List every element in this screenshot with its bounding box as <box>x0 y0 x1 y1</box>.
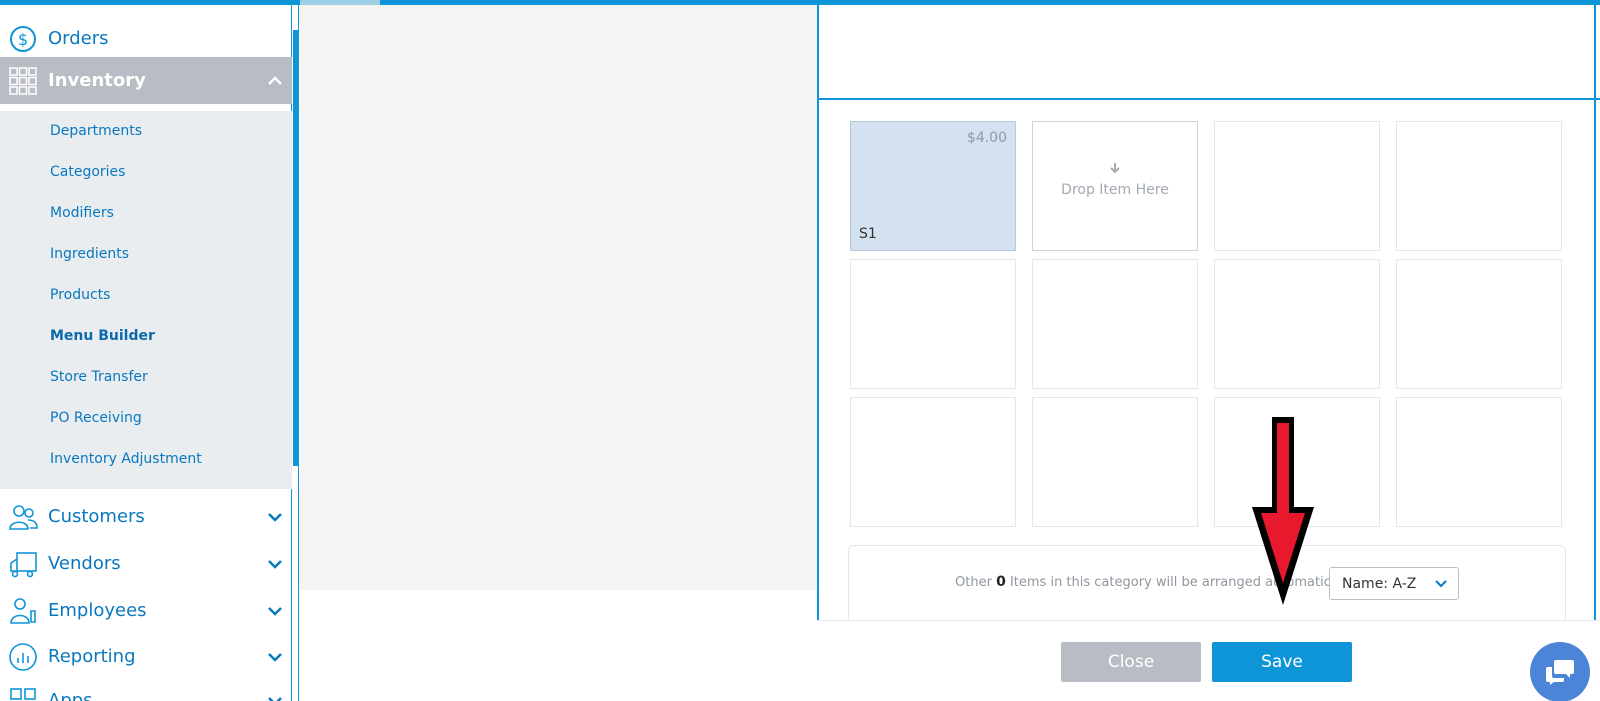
nav-item-orders[interactable]: $ Orders <box>0 15 292 62</box>
empty-grid-cell[interactable] <box>850 397 1016 527</box>
sidebar-item-inventory-adjustment[interactable]: Inventory Adjustment <box>50 451 202 467</box>
nav-label: Employees <box>48 600 147 621</box>
chevron-down-icon[interactable] <box>266 692 284 701</box>
employee-icon <box>7 595 39 627</box>
empty-grid-cell[interactable] <box>1214 259 1380 389</box>
nav-label: Apps <box>48 690 93 701</box>
nav-item-inventory[interactable]: Inventory <box>0 57 292 104</box>
sidebar-item-menu-builder[interactable]: Menu Builder <box>50 328 155 344</box>
sort-value: Name: A-Z <box>1342 576 1417 592</box>
users-icon <box>7 501 39 533</box>
sidebar-item-categories[interactable]: Categories <box>50 164 125 180</box>
arrow-down-icon <box>1033 162 1197 178</box>
chevron-down-icon[interactable] <box>266 508 284 526</box>
chevron-down-icon[interactable] <box>266 602 284 620</box>
item-price: $4.00 <box>966 130 1007 146</box>
inventory-submenu: Departments Categories Modifiers Ingredi… <box>0 111 292 489</box>
sidebar: $ Orders Inventory Departments Categorie… <box>0 5 292 701</box>
arrange-suffix: Items in this category will be arranged … <box>1009 575 1374 590</box>
sidebar-item-store-transfer[interactable]: Store Transfer <box>50 369 148 385</box>
nav-item-customers[interactable]: Customers <box>0 493 292 540</box>
empty-grid-cell[interactable] <box>1396 259 1562 389</box>
chevron-up-icon[interactable] <box>266 72 284 90</box>
empty-grid-cell[interactable] <box>1214 121 1380 251</box>
nav-label: Vendors <box>48 553 121 574</box>
nav-label: Reporting <box>48 646 136 667</box>
sidebar-item-po-receiving[interactable]: PO Receiving <box>50 410 142 426</box>
item-count: 0 <box>996 574 1006 590</box>
chevron-down-icon[interactable] <box>266 648 284 666</box>
empty-grid-cell[interactable] <box>1032 397 1198 527</box>
nav-item-employees[interactable]: Employees <box>0 587 292 634</box>
dollar-refresh-icon: $ <box>7 23 39 55</box>
save-button[interactable]: Save <box>1212 642 1352 682</box>
sidebar-divider <box>298 0 299 701</box>
item-name: S1 <box>859 226 877 242</box>
chat-widget-button[interactable] <box>1530 642 1590 701</box>
grid-icon <box>7 65 39 97</box>
arrange-prefix: Other <box>955 575 992 590</box>
chevron-down-icon[interactable] <box>266 555 284 573</box>
sidebar-item-modifiers[interactable]: Modifiers <box>50 205 114 221</box>
close-button[interactable]: Close <box>1061 642 1201 682</box>
panel-header <box>819 5 1600 100</box>
svg-text:$: $ <box>18 30 28 49</box>
annotation-arrow-icon <box>1252 417 1314 605</box>
nav-label: Orders <box>48 28 109 49</box>
empty-grid-cell[interactable] <box>1396 397 1562 527</box>
menu-item-cell[interactable]: $4.00 S1 <box>850 121 1016 251</box>
chat-icon <box>1546 660 1574 685</box>
sort-order-select[interactable]: Name: A-Z <box>1329 567 1459 600</box>
drop-zone-cell[interactable]: Drop Item Here <box>1032 121 1198 251</box>
sidebar-item-products[interactable]: Products <box>50 287 110 303</box>
nav-item-reporting[interactable]: Reporting <box>0 633 292 680</box>
apps-icon <box>7 685 39 701</box>
nav-label: Customers <box>48 506 145 527</box>
panel-scrollbar[interactable] <box>1594 5 1596 701</box>
nav-item-apps[interactable]: Apps <box>0 677 292 701</box>
chevron-down-icon <box>1435 580 1447 588</box>
drop-item-text: Drop Item Here <box>1061 182 1169 198</box>
category-panel <box>300 5 817 590</box>
dialog-footer <box>817 620 1600 701</box>
nav-item-vendors[interactable]: Vendors <box>0 540 292 587</box>
sidebar-item-departments[interactable]: Departments <box>50 123 142 139</box>
nav-label: Inventory <box>48 70 146 91</box>
truck-icon <box>7 548 39 580</box>
empty-grid-cell[interactable] <box>850 259 1016 389</box>
sidebar-item-ingredients[interactable]: Ingredients <box>50 246 129 262</box>
empty-grid-cell[interactable] <box>1032 259 1198 389</box>
empty-grid-cell[interactable] <box>1396 121 1562 251</box>
chart-icon <box>7 641 39 673</box>
